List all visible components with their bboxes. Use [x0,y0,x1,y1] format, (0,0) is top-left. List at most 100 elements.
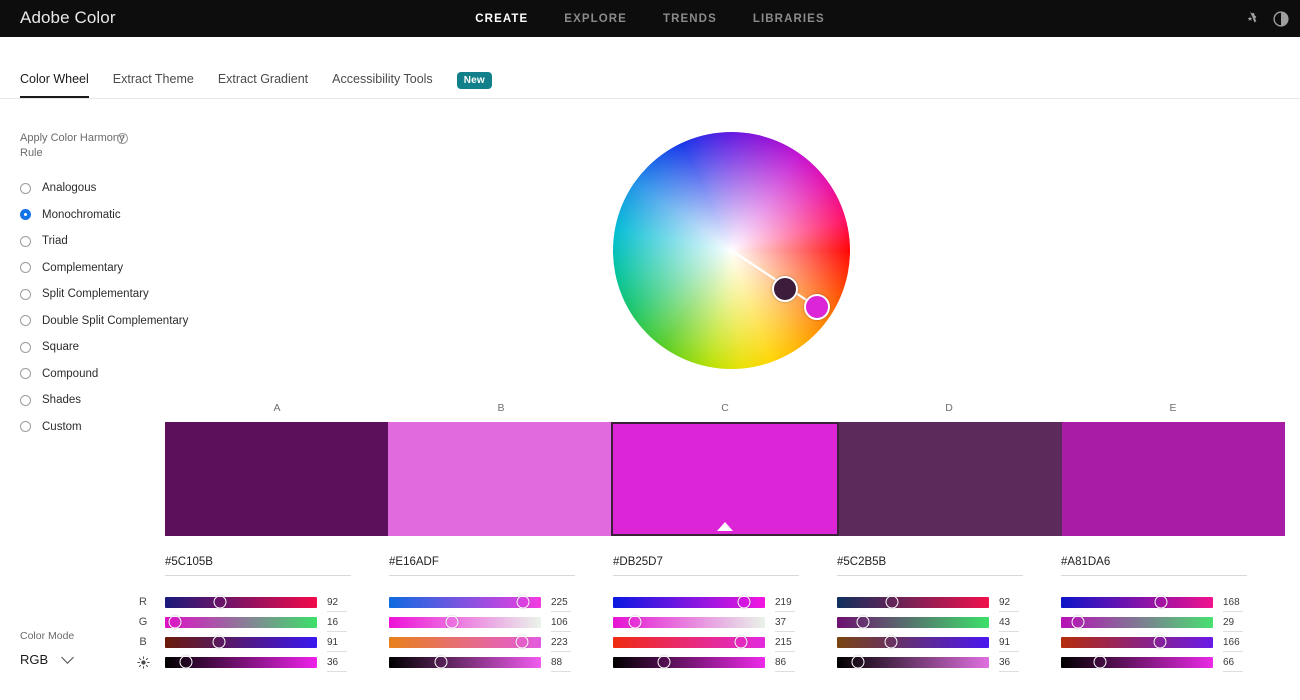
topnav-item-explore[interactable]: EXPLORE [564,13,627,25]
topnav-item-libraries[interactable]: LIBRARIES [753,13,825,25]
hex-input-A[interactable]: #5C105B [165,556,351,575]
slider-track-C-brightness[interactable] [613,657,765,668]
slider-thumb-D-brightness[interactable] [852,656,865,669]
harmony-option-double-split-complementary[interactable]: Double Split Complementary [20,308,280,335]
radio-icon[interactable] [20,262,31,273]
slider-value-A-B[interactable]: 91 [317,637,351,648]
slider-thumb-E-B[interactable] [1153,636,1166,649]
radio-icon[interactable] [20,289,31,300]
slider-value-E-B[interactable]: 166 [1213,637,1247,648]
slider-value-B-brightness[interactable]: 88 [541,657,575,668]
help-icon[interactable]: ? [117,133,128,144]
hex-input-C[interactable]: #DB25D7 [613,556,799,575]
slider-value-E-G[interactable]: 29 [1213,617,1247,628]
wheel-marker-base[interactable] [772,276,798,302]
slider-track-A-R[interactable] [165,597,317,608]
slider-thumb-C-G[interactable] [629,616,642,629]
slider-track-C-G[interactable] [613,617,765,628]
slider-thumb-A-B[interactable] [213,636,226,649]
wheel-marker-selected[interactable] [804,294,830,320]
slider-value-E-R[interactable]: 168 [1213,597,1247,608]
theme-contrast-icon[interactable] [1272,10,1290,28]
slider-track-A-brightness[interactable] [165,657,317,668]
slider-track-B-brightness[interactable] [389,657,541,668]
radio-icon[interactable] [20,421,31,432]
slider-thumb-A-R[interactable] [213,596,226,609]
harmony-option-split-complementary[interactable]: Split Complementary [20,281,280,308]
slider-thumb-E-R[interactable] [1155,596,1168,609]
swatch-E[interactable] [1062,422,1285,536]
slider-value-D-G[interactable]: 43 [989,617,1023,628]
slider-track-E-G[interactable] [1061,617,1213,628]
slider-value-B-R[interactable]: 225 [541,597,575,608]
color-wheel[interactable] [613,132,850,369]
slider-thumb-B-R[interactable] [517,596,530,609]
slider-track-A-G[interactable] [165,617,317,628]
harmony-option-monochromatic[interactable]: Monochromatic [20,202,280,229]
slider-track-C-R[interactable] [613,597,765,608]
slider-thumb-D-G[interactable] [856,616,869,629]
slider-track-C-B[interactable] [613,637,765,648]
slider-value-D-R[interactable]: 92 [989,597,1023,608]
swatch-B[interactable] [388,422,611,536]
slider-thumb-A-G[interactable] [168,616,181,629]
topnav-item-trends[interactable]: TRENDS [663,13,717,25]
tab-color-wheel[interactable]: Color Wheel [20,72,89,98]
slider-thumb-B-G[interactable] [446,616,459,629]
slider-value-D-brightness[interactable]: 36 [989,657,1023,668]
slider-thumb-D-R[interactable] [885,596,898,609]
harmony-option-complementary[interactable]: Complementary [20,255,280,282]
slider-thumb-E-G[interactable] [1072,616,1085,629]
swatch-C[interactable] [611,422,838,536]
slider-thumb-C-R[interactable] [737,596,750,609]
radio-icon[interactable] [20,342,31,353]
slider-thumb-E-brightness[interactable] [1094,656,1107,669]
radio-icon[interactable] [20,183,31,194]
slider-thumb-A-brightness[interactable] [180,656,193,669]
slider-thumb-C-brightness[interactable] [658,656,671,669]
slider-track-E-B[interactable] [1061,637,1213,648]
slider-thumb-B-brightness[interactable] [435,656,448,669]
slider-value-C-B[interactable]: 215 [765,637,799,648]
slider-value-C-R[interactable]: 219 [765,597,799,608]
radio-icon[interactable] [20,209,31,220]
harmony-option-square[interactable]: Square [20,334,280,361]
gear-icon[interactable] [1241,10,1259,28]
swatch-D[interactable] [839,422,1062,536]
radio-icon[interactable] [20,368,31,379]
slider-value-E-brightness[interactable]: 66 [1213,657,1247,668]
slider-track-B-R[interactable] [389,597,541,608]
radio-icon[interactable] [20,315,31,326]
slider-thumb-D-B[interactable] [885,636,898,649]
slider-track-A-B[interactable] [165,637,317,648]
slider-value-D-B[interactable]: 91 [989,637,1023,648]
slider-track-D-R[interactable] [837,597,989,608]
harmony-option-compound[interactable]: Compound [20,361,280,388]
color-wheel-disc[interactable] [613,132,850,369]
slider-value-A-G[interactable]: 16 [317,617,351,628]
slider-thumb-B-B[interactable] [515,636,528,649]
slider-value-B-B[interactable]: 223 [541,637,575,648]
radio-icon[interactable] [20,236,31,247]
tab-accessibility-tools[interactable]: Accessibility Tools [332,72,433,98]
harmony-option-analogous[interactable]: Analogous [20,175,280,202]
slider-track-D-brightness[interactable] [837,657,989,668]
slider-track-D-B[interactable] [837,637,989,648]
slider-value-C-G[interactable]: 37 [765,617,799,628]
slider-track-B-B[interactable] [389,637,541,648]
slider-thumb-C-B[interactable] [735,636,748,649]
topnav-item-create[interactable]: CREATE [475,13,528,25]
tab-extract-theme[interactable]: Extract Theme [113,72,194,98]
slider-value-B-G[interactable]: 106 [541,617,575,628]
tab-extract-gradient[interactable]: Extract Gradient [218,72,308,98]
swatch-A[interactable] [165,422,388,536]
slider-value-A-R[interactable]: 92 [317,597,351,608]
slider-track-E-brightness[interactable] [1061,657,1213,668]
slider-track-D-G[interactable] [837,617,989,628]
slider-track-E-R[interactable] [1061,597,1213,608]
slider-value-A-brightness[interactable]: 36 [317,657,351,668]
slider-track-B-G[interactable] [389,617,541,628]
radio-icon[interactable] [20,395,31,406]
slider-value-C-brightness[interactable]: 86 [765,657,799,668]
hex-input-B[interactable]: #E16ADF [389,556,575,575]
